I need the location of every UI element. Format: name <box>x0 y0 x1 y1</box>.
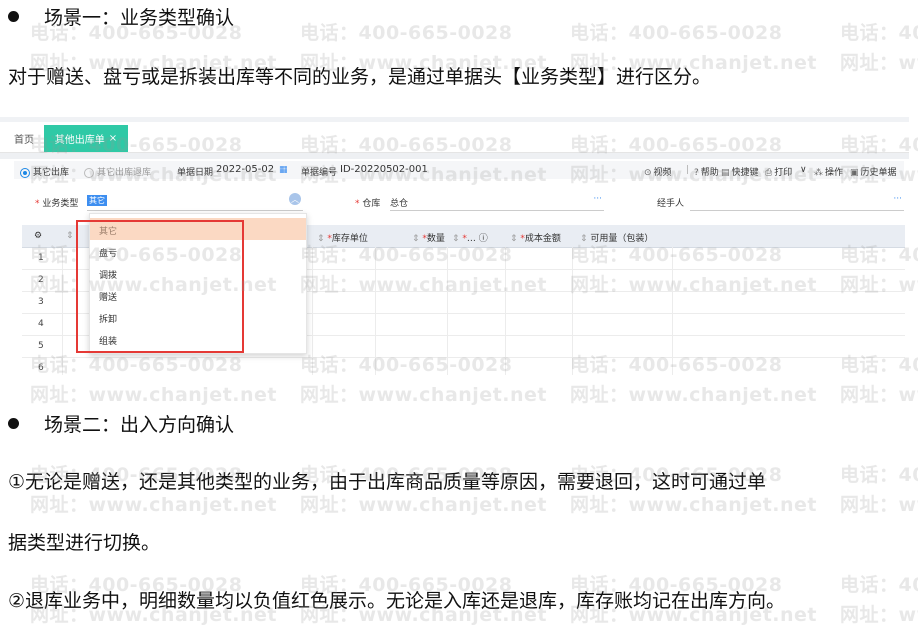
more-icon[interactable]: ··· <box>893 194 902 204</box>
code-value: ID-20220502-001 <box>340 164 428 175</box>
highlight-box <box>76 220 244 353</box>
tab-other-outbound[interactable]: 其他出库单 × <box>44 125 128 152</box>
column-divider <box>572 247 573 375</box>
form-row: * 业务类型 其它 ︿ * 仓库 总仓 ··· 经手人 ··· <box>0 193 909 214</box>
header-available: ⇕ 可用量（包装） <box>580 234 654 244</box>
paragraph-3: ②退库业务中，明细数量均以负值红色展示。无论是入库还是退库，库存账均记在出库方向… <box>8 590 786 612</box>
printer-icon: ⎙ <box>765 168 773 178</box>
watermark-site: 网址：www.chanjet.net <box>300 384 547 406</box>
watermark-site: 网址：www.chanjet.net <box>840 52 918 74</box>
column-divider <box>312 247 313 375</box>
radio-off-icon <box>84 167 94 178</box>
more-icon[interactable]: ··· <box>593 194 602 204</box>
history-icon: ▣ <box>850 168 859 178</box>
row-number: 5 <box>38 341 44 351</box>
paragraph-2-line2: 据类型进行切换。 <box>8 532 161 554</box>
date-value[interactable]: 2022-05-02 <box>216 164 274 175</box>
column-divider <box>375 247 376 375</box>
operations-button[interactable]: ⁂ 操作 <box>814 165 843 178</box>
print-button[interactable]: ⎙ 打印 <box>765 165 792 178</box>
section2-heading: 场景二：出入方向确认 <box>8 410 234 437</box>
row-number: 3 <box>38 297 44 307</box>
watermark-site: 网址：www.chanjet.net <box>30 384 277 406</box>
watermark-phone: 电话：400-665-0028 <box>570 22 783 44</box>
handler-label: 经手人 <box>657 199 685 209</box>
bullet-icon <box>8 11 19 22</box>
warehouse-select[interactable]: 总仓 ··· <box>390 194 604 211</box>
watermark-site: 网址：www.chanjet.net <box>840 384 918 406</box>
grid-icon: ⁂ <box>814 168 823 178</box>
separator <box>0 153 909 159</box>
row-number: 2 <box>38 275 44 285</box>
watermark-phone: 电话：400-665-0028 <box>840 574 918 596</box>
print-label: 打印 <box>774 168 793 178</box>
help-label: 帮助 <box>700 168 719 178</box>
operations-label: 操作 <box>825 168 844 178</box>
tab-home[interactable]: 首页 <box>14 131 34 146</box>
divider: | <box>686 165 690 175</box>
radio-outbound[interactable]: 其它出库 <box>20 165 69 178</box>
biz-type-value: 其它 <box>87 195 107 206</box>
code-label: 单据编号 <box>301 168 338 178</box>
paragraph-2-line1: ①无论是赠送，还是其他类型的业务，由于出库商品质量等原因，需要退回，这时可通过单 <box>8 471 767 493</box>
column-divider <box>505 247 506 375</box>
watermark-phone: 电话：400-665-0028 <box>840 464 918 486</box>
watermark-site: 网址：www.chanjet.net <box>30 494 277 516</box>
radio-return[interactable]: 其它出库退库 <box>84 165 151 178</box>
header-unit: ⇕ *库存单位 <box>317 234 368 244</box>
chevron-up-icon[interactable]: ︿ <box>289 193 301 205</box>
watermark-phone: 电话：400-665-0028 <box>300 22 513 44</box>
sort-icon: ⇕ <box>66 231 74 241</box>
video-button[interactable]: ⊙ 视频 <box>644 165 672 178</box>
history-label: 历史单据 <box>860 168 897 178</box>
watermark-site: 网址：www.chanjet.net <box>300 494 547 516</box>
row-number: 4 <box>38 319 44 329</box>
header-more: ⇕ *… ⓘ <box>452 234 488 244</box>
calendar-icon[interactable]: ▦ <box>279 165 288 175</box>
column-divider <box>62 247 63 375</box>
bullet-icon <box>8 418 19 429</box>
video-label: 视频 <box>653 168 672 178</box>
keyboard-icon: ▤ <box>721 168 730 178</box>
handler-select[interactable]: ··· <box>690 194 904 211</box>
row-number: 6 <box>38 363 44 373</box>
shortcut-label: 快捷键 <box>731 168 759 178</box>
settings-icon[interactable]: ⚙ <box>34 231 42 241</box>
watermark-site: 网址：www.chanjet.net <box>570 494 817 516</box>
section2-title: 场景二：出入方向确认 <box>44 414 235 436</box>
radio-return-label: 其它出库退库 <box>97 168 152 178</box>
column-divider <box>672 247 673 375</box>
toolbar: 其它出库 其它出库退库 单据日期 2022-05-02 ▦ 单据编号 ID-20… <box>14 161 904 179</box>
header-cost: ⇕ *成本金额 <box>510 234 561 244</box>
row-number: 1 <box>38 253 44 263</box>
tab-bar: 首页 其他出库单 × <box>0 122 909 153</box>
table-row[interactable]: 6 <box>22 357 905 375</box>
header-qty: ⇕ *数量 <box>412 234 445 244</box>
watermark-site: 网址：www.chanjet.net <box>570 384 817 406</box>
help-icon: ? <box>694 168 699 178</box>
radio-on-icon <box>20 167 30 178</box>
date-label: 单据日期 <box>177 168 214 178</box>
biz-type-select[interactable]: 其它 ︿ <box>87 193 303 211</box>
paragraph-1: 对于赠送、盘亏或是拆装出库等不同的业务，是通过单据头【业务类型】进行区分。 <box>8 66 712 88</box>
history-button[interactable]: ▣ 历史单据 <box>850 165 897 178</box>
shortcut-button[interactable]: ▤ 快捷键 <box>721 165 759 178</box>
biz-type-label: * 业务类型 <box>35 199 79 209</box>
software-screenshot: 首页 其他出库单 × 其它出库 其它出库退库 单据日期 2022-05-02 ▦… <box>0 117 909 375</box>
close-icon[interactable]: × <box>109 133 117 144</box>
section1-title: 场景一：业务类型确认 <box>44 7 235 29</box>
section1-heading: 场景一：业务类型确认 <box>8 3 234 30</box>
watermark-site: 网址：www.chanjet.net <box>840 494 918 516</box>
play-icon: ⊙ <box>644 168 652 178</box>
column-divider <box>447 247 448 375</box>
warehouse-value: 总仓 <box>390 199 409 209</box>
tab-label: 其他出库单 <box>54 135 105 146</box>
help-button[interactable]: ? 帮助 <box>694 165 719 178</box>
watermark-phone: 电话：400-665-0028 <box>840 22 918 44</box>
radio-outbound-label: 其它出库 <box>33 168 70 178</box>
info-icon: ⓘ <box>478 234 488 244</box>
print-dropdown[interactable]: ∨ <box>800 165 807 175</box>
warehouse-label: * 仓库 <box>355 199 381 209</box>
